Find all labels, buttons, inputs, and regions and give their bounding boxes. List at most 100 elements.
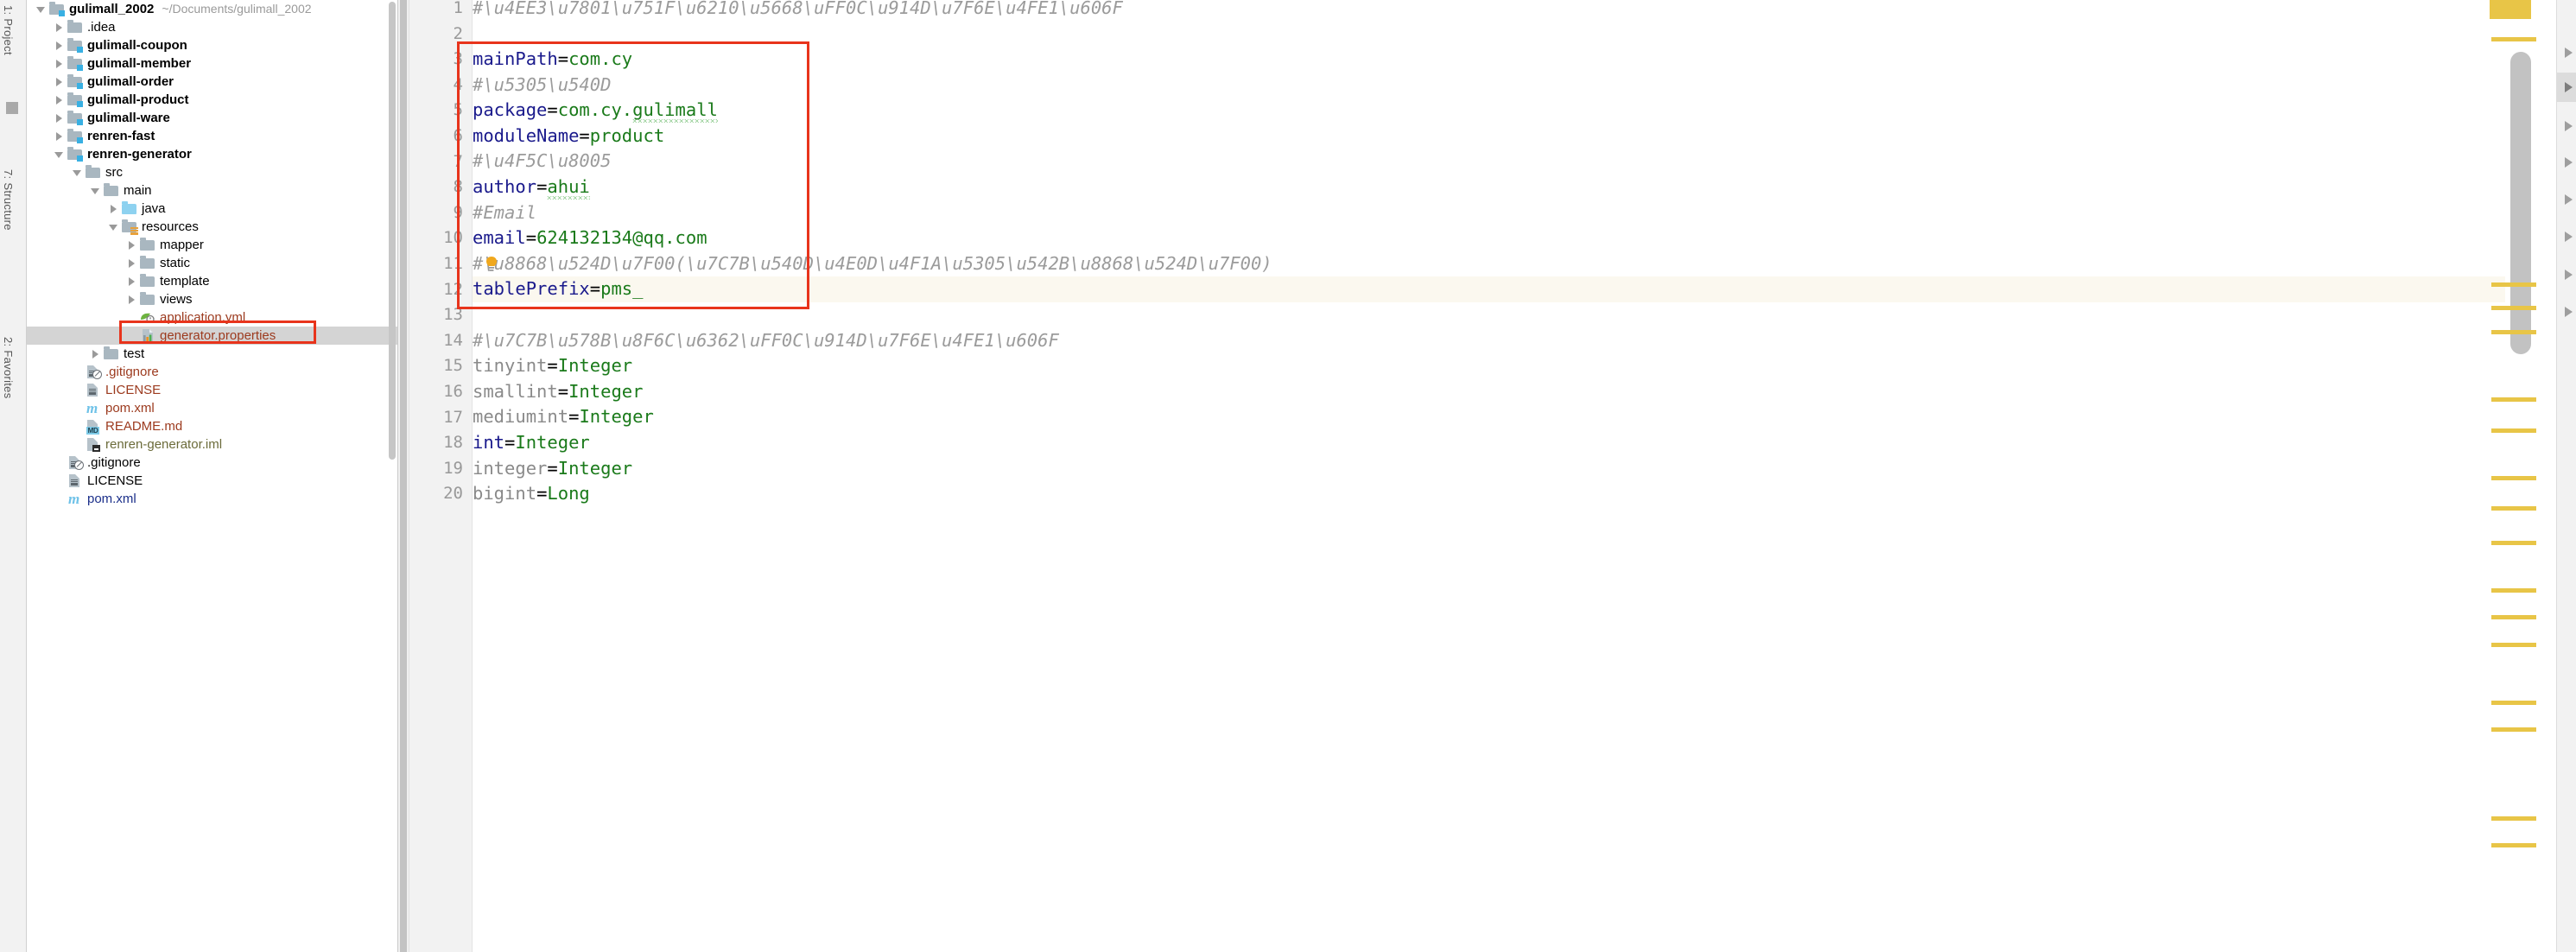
code-line[interactable]: #\u4EE3\u7801\u751F\u6210\u5668\uFF0C\u9… — [473, 0, 2576, 21]
tree-item-renren-generator[interactable]: renren-generator — [27, 145, 398, 163]
tree-item-test[interactable]: test — [27, 345, 398, 363]
error-stripe-mark[interactable] — [2491, 428, 2536, 433]
tree-item-gulimall-member[interactable]: gulimall-member — [27, 54, 398, 73]
code-line[interactable]: tablePrefix=pms_ — [473, 276, 2576, 302]
tool-tab-structure[interactable]: 7: Structure — [2, 169, 15, 231]
tree-item-views[interactable]: views — [27, 290, 398, 308]
tree-item-license[interactable]: LICENSE — [27, 381, 398, 399]
chevron-right-icon[interactable] — [54, 76, 65, 87]
chevron-right-icon[interactable] — [126, 276, 137, 287]
code-line[interactable]: bigint=Long — [473, 480, 2576, 506]
code-line[interactable]: mediumint=Integer — [473, 404, 2576, 430]
tree-item-mapper[interactable]: mapper — [27, 236, 398, 254]
code-line[interactable]: #Email — [473, 200, 2576, 225]
tree-item-src[interactable]: src — [27, 163, 398, 181]
error-stripe-mark[interactable] — [2491, 306, 2536, 311]
editor-error-stripe[interactable] — [2490, 0, 2557, 952]
code-line[interactable]: #\u8868\u524D\u7F00(\u7C7B\u540D\u4E0D\u… — [473, 251, 2576, 276]
project-tree-panel[interactable]: gulimall_2002 ~/Documents/gulimall_2002 .i… — [27, 0, 398, 952]
chevron-right-icon[interactable] — [2565, 48, 2573, 58]
error-stripe-mark[interactable] — [2491, 397, 2536, 403]
error-stripe-mark[interactable] — [2491, 727, 2536, 733]
error-stripe-mark[interactable] — [2491, 540, 2536, 545]
tree-item-renren-generator-iml[interactable]: renren-generator.iml — [27, 435, 398, 454]
chevron-down-icon[interactable] — [108, 221, 119, 232]
tree-item-template[interactable]: template — [27, 272, 398, 290]
error-stripe-mark[interactable] — [2491, 506, 2536, 511]
tree-item--gitignore[interactable]: .gitignore — [27, 363, 398, 381]
chevron-down-icon[interactable] — [90, 185, 101, 196]
code-line[interactable]: author=ahui — [473, 174, 2576, 200]
chevron-right-icon[interactable] — [54, 58, 65, 69]
chevron-right-icon[interactable] — [2565, 270, 2573, 280]
lightbulb-icon[interactable] — [485, 256, 498, 272]
tool-tab-favorites[interactable]: 2: Favorites — [2, 337, 15, 399]
error-stripe-mark[interactable] — [2491, 843, 2536, 848]
error-stripe-mark[interactable] — [2491, 329, 2536, 334]
editor-code-area[interactable]: #\u4EE3\u7801\u751F\u6210\u5668\uFF0C\u9… — [473, 0, 2576, 952]
error-stripe-mark[interactable] — [2491, 37, 2536, 42]
chevron-right-icon[interactable] — [54, 40, 65, 51]
chevron-right-icon[interactable] — [2565, 232, 2573, 242]
error-stripe-mark[interactable] — [2491, 816, 2536, 821]
tree-item-java[interactable]: java — [27, 200, 398, 218]
error-stripe-mark[interactable] — [2491, 282, 2536, 287]
editor-gutter[interactable]: 1 2 3 4 5 6 7 8 9 10 11 12 13 14 15 16 17 18 19 20 — [409, 0, 473, 952]
chevron-right-icon[interactable] — [2565, 307, 2573, 317]
code-line[interactable]: integer=Integer — [473, 455, 2576, 481]
code-line[interactable]: #\u5305\u540D — [473, 72, 2576, 98]
tree-item-license[interactable]: LICENSE — [27, 472, 398, 490]
chevron-down-icon[interactable] — [72, 167, 83, 178]
tree-item-static[interactable]: static — [27, 254, 398, 272]
chevron-right-icon[interactable] — [2565, 82, 2573, 92]
tool-tab-project[interactable]: 1: Project — [2, 5, 15, 55]
chevron-right-icon[interactable] — [54, 22, 65, 33]
error-stripe-mark[interactable] — [2491, 615, 2536, 620]
code-line[interactable]: tinyint=Integer — [473, 352, 2576, 378]
error-stripe-mark[interactable] — [2491, 700, 2536, 705]
code-line[interactable]: #\u4F5C\u8005 — [473, 149, 2576, 175]
tree-item-pom-xml[interactable]: m pom.xml — [27, 490, 398, 508]
tree-item-gulimall-2002[interactable]: gulimall_2002 ~/Documents/gulimall_2002 — [27, 0, 398, 18]
code-line[interactable] — [473, 21, 2576, 47]
code-line[interactable]: #\u7C7B\u578B\u8F6C\u6362\uFF0C\u914D\u7… — [473, 327, 2576, 353]
chevron-right-icon[interactable] — [126, 294, 137, 305]
tree-item-gulimall-ware[interactable]: gulimall-ware — [27, 109, 398, 127]
chevron-right-icon[interactable] — [54, 130, 65, 142]
tree-item--idea[interactable]: .idea — [27, 18, 398, 36]
code-line[interactable]: int=Integer — [473, 429, 2576, 455]
project-tree-list[interactable]: gulimall_2002 ~/Documents/gulimall_2002 .i… — [27, 0, 398, 952]
chevron-right-icon[interactable] — [126, 257, 137, 269]
code-line[interactable]: moduleName=product — [473, 123, 2576, 149]
chevron-right-icon[interactable] — [54, 112, 65, 124]
chevron-down-icon[interactable] — [35, 3, 47, 15]
code-line[interactable]: mainPath=com.cy — [473, 46, 2576, 72]
code-line[interactable]: smallint=Integer — [473, 378, 2576, 404]
code-line[interactable]: package=com.cy.gulimall — [473, 97, 2576, 123]
code-line[interactable] — [473, 301, 2576, 327]
project-tree-scrollbar[interactable] — [389, 2, 396, 460]
tree-item-pom-xml[interactable]: m pom.xml — [27, 399, 398, 417]
error-stripe-mark[interactable] — [2491, 476, 2536, 480]
tree-item-readme-md[interactable]: MD README.md — [27, 417, 398, 435]
right-tool-strip[interactable] — [2556, 0, 2576, 952]
chevron-right-icon[interactable] — [2565, 121, 2573, 131]
tree-item-gulimall-product[interactable]: gulimall-product — [27, 91, 398, 109]
error-stripe-mark[interactable] — [2491, 642, 2536, 647]
tree-item-main[interactable]: main — [27, 181, 398, 200]
chevron-down-icon[interactable] — [54, 149, 65, 160]
code-editor[interactable]: 1 2 3 4 5 6 7 8 9 10 11 12 13 14 15 16 17 18 19 20 #\u4EE3\… — [398, 0, 2576, 952]
error-stripe-status[interactable] — [2490, 0, 2531, 19]
chevron-right-icon[interactable] — [126, 239, 137, 251]
code-line[interactable]: email=624132134@qq.com — [473, 225, 2576, 251]
tree-item-generator-properties[interactable]: generator.properties — [27, 327, 398, 345]
chevron-right-icon[interactable] — [2565, 194, 2573, 205]
chevron-right-icon[interactable] — [2565, 157, 2573, 168]
chevron-right-icon[interactable] — [54, 94, 65, 105]
tree-item-application-yml[interactable]: application.yml — [27, 308, 398, 327]
tree-item-gulimall-coupon[interactable]: gulimall-coupon — [27, 36, 398, 54]
chevron-right-icon[interactable] — [108, 203, 119, 214]
error-stripe-mark[interactable] — [2491, 587, 2536, 593]
tree-item-gulimall-order[interactable]: gulimall-order — [27, 73, 398, 91]
chevron-right-icon[interactable] — [90, 348, 101, 359]
